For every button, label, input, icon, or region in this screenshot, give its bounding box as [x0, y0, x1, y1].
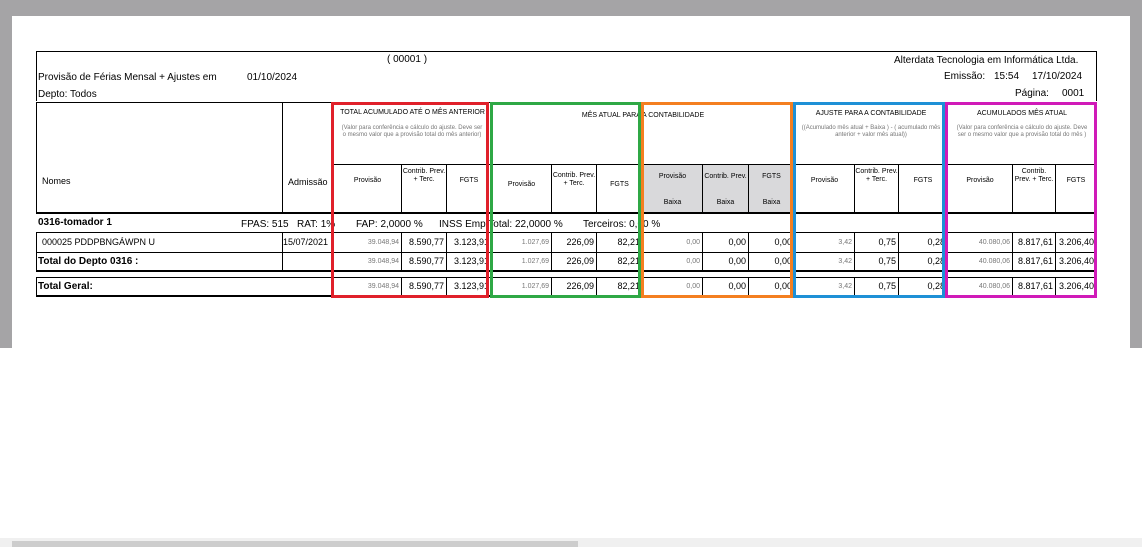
report-title: Provisão de Férias Mensal + Ajustes em: [38, 72, 217, 83]
tomador-name: 0316-tomador 1: [38, 217, 112, 228]
emission-date: 17/10/2024: [1032, 71, 1083, 82]
emission-label: Emissão:: [944, 71, 986, 82]
report-date: 01/10/2024: [247, 72, 298, 83]
page-label: Página:: [1015, 88, 1049, 99]
employee-admissao: 15/07/2021: [283, 237, 329, 247]
dept-label: Depto: Todos: [38, 89, 97, 100]
frame-top-line: [36, 51, 1097, 52]
emission-time: 15:54: [994, 71, 1020, 82]
scrollbar-thumb[interactable]: [12, 541, 578, 547]
grid-line: [36, 102, 37, 212]
highlight-blue: [793, 102, 945, 298]
report-page: ( 00001 ) Alterdata Tecnologia em Inform…: [12, 16, 1130, 348]
report-code: ( 00001 ): [387, 54, 428, 65]
tomador-fpas: FPAS: 515: [241, 219, 289, 230]
grid-line: [36, 277, 37, 295]
col-admissao: Admissão: [288, 177, 328, 187]
frame-left-line: [36, 51, 37, 101]
col-nomes: Nomes: [42, 176, 71, 186]
grid-line: [36, 232, 37, 270]
highlight-magenta: [945, 102, 1097, 298]
grid-line: [282, 102, 283, 212]
grand-total-label: Total Geral:: [38, 281, 93, 292]
tomador-rat: RAT: 1%: [297, 219, 336, 230]
frame-right-line: [1096, 51, 1097, 101]
highlight-green: [490, 102, 641, 298]
employee-name: 000025 PDDPBNGÁWPN U: [42, 237, 156, 247]
page-number: 0001: [1062, 88, 1085, 99]
company-name: Alterdata Tecnologia em Informática Ltda…: [894, 55, 1079, 66]
highlight-red: [331, 102, 489, 298]
highlight-orange: [641, 102, 793, 298]
dept-total-label: Total do Depto 0316 :: [38, 256, 139, 267]
